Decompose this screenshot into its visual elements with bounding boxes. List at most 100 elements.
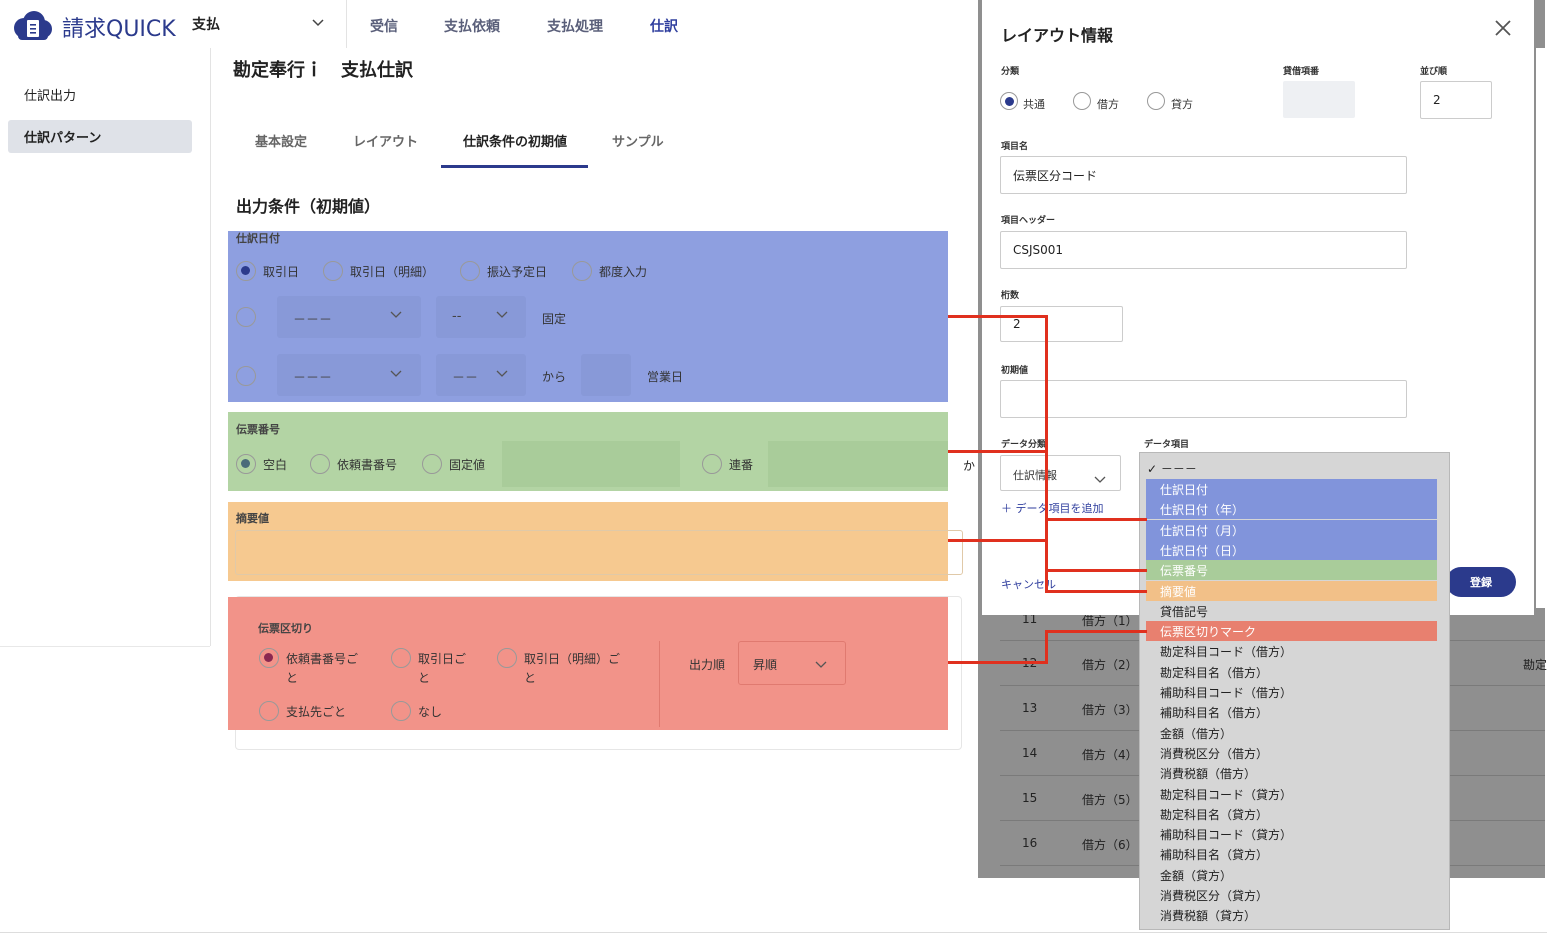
dropdown-option[interactable]: 消費税区分（貸方） — [1146, 885, 1437, 905]
dropdown-selected[interactable]: ✓ －－－ — [1147, 460, 1197, 477]
dropdown-option[interactable]: 消費税額（貸方） — [1146, 905, 1437, 925]
radio-common[interactable] — [1000, 92, 1018, 110]
row-col: 借方（2） — [1082, 658, 1138, 672]
radio-each-input[interactable] — [572, 261, 592, 281]
order-label-modal: 並び順 — [1420, 67, 1448, 77]
item-header-input[interactable]: CSJS001 — [1000, 231, 1407, 269]
dropdown-option[interactable]: 金額（借方） — [1146, 723, 1437, 743]
radio-business-day[interactable] — [236, 366, 256, 386]
dropdown-option[interactable]: 仕訳日付（月） — [1146, 520, 1437, 540]
radio-break-none[interactable] — [391, 701, 411, 721]
dropdown-option[interactable]: 勘定科目名（借方） — [1146, 662, 1437, 682]
register-button[interactable]: 登録 — [1446, 567, 1516, 597]
dropdown-option[interactable]: 金額（貸方） — [1146, 865, 1437, 885]
opt-each-input: 都度入力 — [599, 265, 648, 279]
tab-basic[interactable]: 基本設定 — [255, 131, 307, 150]
radio-break-trade-date[interactable] — [391, 648, 411, 668]
summary-input[interactable] — [235, 530, 963, 575]
close-icon[interactable] — [1494, 18, 1512, 43]
dropdown-option[interactable]: 補助科目コード（貸方） — [1146, 824, 1437, 844]
bottom-divider — [0, 932, 1547, 933]
chevron-down-icon — [1094, 469, 1106, 488]
opt-blank: 空白 — [263, 458, 288, 472]
nav-payment-request[interactable]: 支払依頼 — [444, 16, 500, 36]
item-name-label: 項目名 — [1001, 142, 1029, 152]
dropdown-option[interactable]: 勘定科目コード（借方） — [1146, 641, 1437, 661]
dropdown-option[interactable]: 摘要値 — [1146, 581, 1437, 601]
bday-select-2[interactable] — [436, 354, 526, 396]
radio-fixed-value[interactable] — [422, 454, 442, 474]
app-select[interactable]: 支払 — [192, 14, 220, 34]
digits-input[interactable]: 2 — [1000, 306, 1123, 342]
tab-layout[interactable]: レイアウト — [353, 131, 418, 150]
dropdown-option[interactable]: 伝票区切りマーク — [1146, 621, 1437, 641]
fixed-select-2[interactable] — [436, 296, 526, 338]
add-data-item-link[interactable]: ＋ データ項目を追加 — [1001, 500, 1104, 516]
opt-sequence: 連番 — [729, 458, 754, 472]
dropdown-option[interactable]: 貸借記号 — [1146, 601, 1437, 621]
dropdown-option[interactable]: 勘定科目コード（貸方） — [1146, 784, 1437, 804]
dropdown-option[interactable]: 伝票番号 — [1146, 560, 1437, 580]
dropdown-option[interactable]: 仕訳日付（年） — [1146, 499, 1437, 519]
fixed-select-1-value: －－－ — [293, 313, 333, 328]
radio-break-payee[interactable] — [259, 701, 279, 721]
summary-label: 摘要値 — [236, 512, 269, 525]
dropdown-option[interactable]: 仕訳日付 — [1146, 479, 1437, 499]
item-name-input[interactable]: 伝票区分コード — [1000, 156, 1407, 194]
backdrop-strip — [1536, 48, 1545, 608]
radio-fixed[interactable] — [236, 307, 256, 327]
chevron-down-icon[interactable] — [312, 16, 324, 31]
nav-receive[interactable]: 受信 — [370, 16, 398, 36]
connector-line — [1045, 630, 1147, 633]
connector-line — [1045, 569, 1147, 572]
dropdown-option[interactable]: 勘定科目名（貸方） — [1146, 804, 1437, 824]
row-num: 16 — [1022, 836, 1038, 850]
dropdown-option[interactable]: 補助科目コード（借方） — [1146, 682, 1437, 702]
sidebar-item-journal-output[interactable]: 仕訳出力 — [24, 85, 76, 104]
logo-icon — [12, 10, 54, 42]
radio-blank[interactable] — [236, 454, 256, 474]
radio-break-request[interactable] — [259, 648, 279, 668]
data-category-label: データ分類 — [1001, 440, 1047, 450]
dropdown-option[interactable]: 仕訳日付（日） — [1146, 540, 1437, 560]
bday-suffix: 営業日 — [647, 370, 684, 384]
radio-debit[interactable] — [1073, 92, 1091, 110]
dropdown-option[interactable]: 補助科目名（借方） — [1146, 702, 1437, 722]
radio-transfer-date[interactable] — [460, 261, 480, 281]
tab-initial-values[interactable]: 仕訳条件の初期値 — [463, 131, 567, 150]
nav-journal[interactable]: 仕訳 — [650, 16, 678, 36]
radio-sequence[interactable] — [702, 454, 722, 474]
tab-sample[interactable]: サンプル — [612, 131, 664, 150]
row-num: 13 — [1022, 701, 1038, 715]
radio-request-number[interactable] — [310, 454, 330, 474]
order-input[interactable]: 2 — [1420, 81, 1492, 119]
debit-credit-input[interactable] — [1283, 81, 1355, 118]
opt-fixed-value: 固定値 — [449, 458, 486, 472]
connector-line — [1045, 590, 1147, 593]
category-label: 分類 — [1001, 67, 1020, 77]
radio-credit[interactable] — [1147, 92, 1165, 110]
sidebar-item-journal-pattern[interactable]: 仕訳パターン — [24, 127, 101, 146]
fixed-value-input[interactable] — [502, 441, 680, 487]
connector-line — [948, 661, 1048, 664]
radio-trade-date-detail[interactable] — [323, 261, 343, 281]
slip-break-label: 伝票区切り — [258, 622, 313, 635]
radio-break-trade-detail[interactable] — [497, 648, 517, 668]
opt-debit: 借方 — [1097, 98, 1119, 111]
dropdown-option[interactable]: 消費税区分（借方） — [1146, 743, 1437, 763]
order-label: 出力順 — [689, 658, 726, 672]
data-category-value: 仕訳情報 — [1013, 469, 1057, 482]
opt-request-number: 依頼書番号 — [337, 458, 398, 472]
initial-input[interactable] — [1000, 380, 1407, 418]
radio-trade-date[interactable] — [236, 261, 256, 281]
sequence-input[interactable] — [768, 441, 948, 487]
sidebar-divider — [210, 48, 211, 646]
dropdown-option[interactable]: 消費税額（借方） — [1146, 763, 1437, 783]
opt-trade-date: 取引日 — [263, 265, 300, 279]
bday-count-input[interactable] — [581, 354, 631, 396]
nav-payment-process[interactable]: 支払処理 — [547, 16, 603, 36]
row-col: 借方（3） — [1082, 703, 1138, 717]
dropdown-option[interactable]: 補助科目名（貸方） — [1146, 844, 1437, 864]
dropdown-selected-label: －－－ — [1160, 462, 1197, 476]
opt-break-none: なし — [418, 705, 443, 719]
